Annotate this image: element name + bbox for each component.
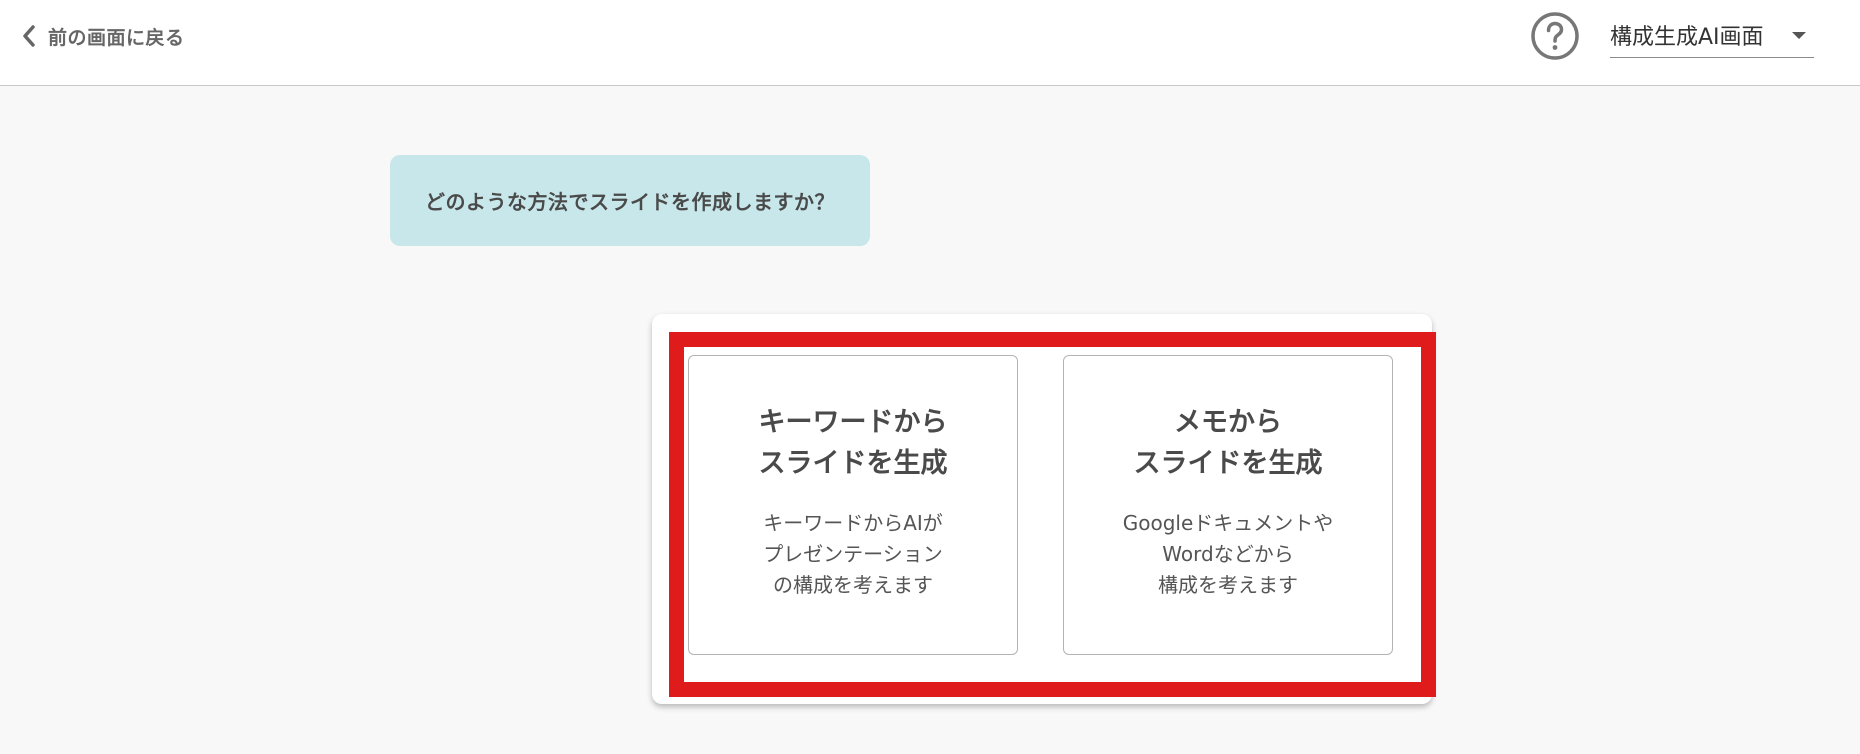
- chevron-left-icon: [18, 24, 40, 48]
- back-link[interactable]: 前の画面に戻る: [18, 20, 185, 52]
- back-link-label: 前の画面に戻る: [48, 26, 185, 49]
- option-description: キーワードからAIが プレゼンテーション の構成を考えます: [763, 511, 943, 597]
- memo-option-card[interactable]: メモから スライドを生成 Googleドキュメントや Wordなどから 構成を考…: [1063, 355, 1393, 655]
- highlight-frame: キーワードから スライドを生成 キーワードからAIが プレゼンテーション の構成…: [669, 332, 1436, 697]
- question-circle-icon[interactable]: [1530, 11, 1580, 61]
- question-bubble: どのような方法でスライドを作成しますか？: [390, 155, 870, 246]
- choice-panel: キーワードから スライドを生成 キーワードからAIが プレゼンテーション の構成…: [652, 314, 1436, 704]
- top-header: 前の画面に戻る 構成生成AI画面: [0, 0, 1860, 86]
- option-title: キーワードから スライドを生成: [758, 407, 948, 479]
- option-description: Googleドキュメントや Wordなどから 構成を考えます: [1122, 511, 1334, 597]
- mode-select-value: 構成生成AI画面: [1610, 24, 1764, 50]
- option-title: メモから スライドを生成: [1133, 407, 1323, 479]
- mode-select[interactable]: 構成生成AI画面: [1610, 16, 1814, 58]
- question-text: どのような方法でスライドを作成しますか？: [425, 190, 835, 214]
- keyword-option-card[interactable]: キーワードから スライドを生成 キーワードからAIが プレゼンテーション の構成…: [688, 355, 1018, 655]
- caret-down-icon: [1792, 32, 1806, 39]
